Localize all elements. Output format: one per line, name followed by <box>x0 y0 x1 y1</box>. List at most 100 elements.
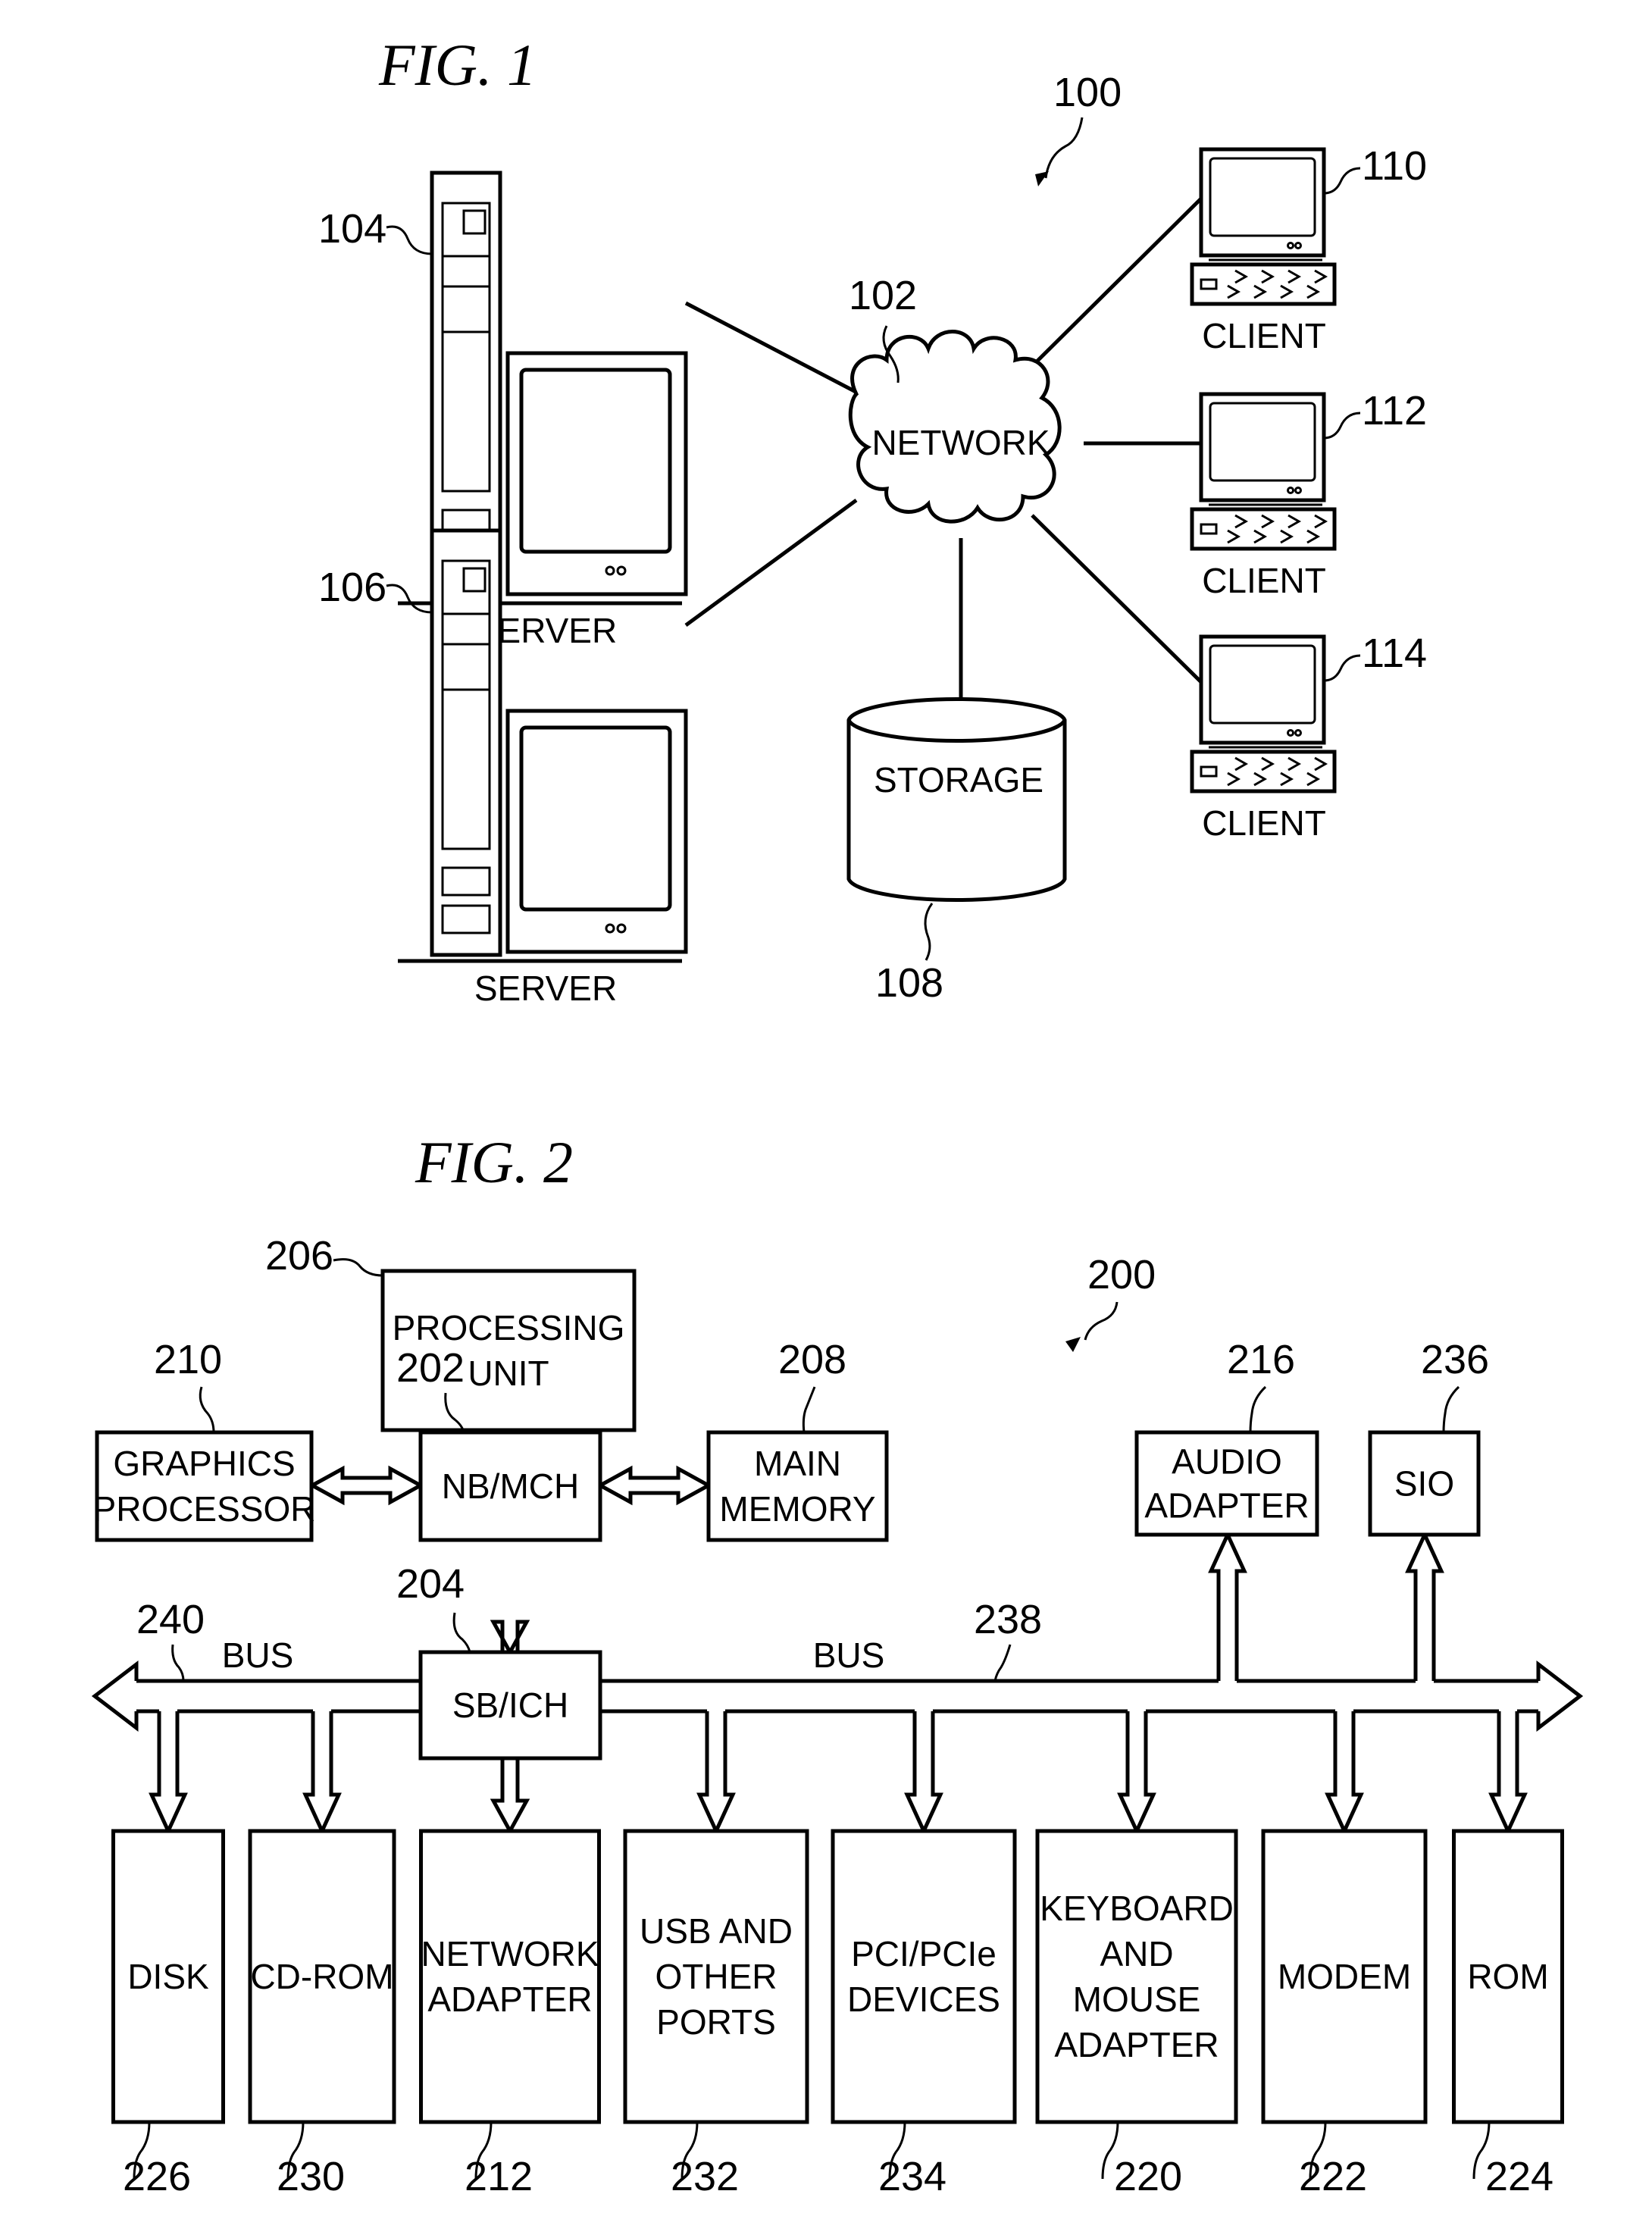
device-212-label: ADAPTER <box>427 1980 592 2019</box>
client-112: CLIENT 112 <box>1190 388 1427 600</box>
audio-adapter-label: ADAPTER <box>1144 1486 1309 1526</box>
bus-branch-arrow-220 <box>1117 1711 1156 1836</box>
system-100-leader <box>1044 117 1084 179</box>
sio-leader <box>1442 1385 1460 1433</box>
device-232-label: OTHER <box>655 1957 778 1996</box>
clients: CLIENT 110 CLIENT 112 CLIENT 114 <box>1190 143 1427 843</box>
sio-bus-arrow <box>1405 1529 1444 1681</box>
storage-label: STORAGE <box>874 760 1043 800</box>
graphics-processor-ref: 210 <box>154 1337 222 1382</box>
processing-unit-leader <box>333 1258 383 1277</box>
bus-right-arrowhead-icon <box>1536 1660 1584 1732</box>
device-226-label: DISK <box>127 1957 209 1996</box>
graphics-processor-label: PROCESSOR <box>93 1489 316 1529</box>
client-114: CLIENT 114 <box>1190 631 1427 843</box>
graphics-processor-label: GRAPHICS <box>113 1444 295 1483</box>
device-220-label: MOUSE <box>1073 1980 1201 2019</box>
bus-branch-arrow-230 <box>302 1711 342 1836</box>
client-ref: 110 <box>1362 143 1427 189</box>
sio-ref: 236 <box>1421 1337 1489 1382</box>
figure-2-block-diagram: FIG. 2 200 PROCESSING UNIT 206 NB/MCH 202 GRA… <box>91 1129 1584 2199</box>
server-leader <box>386 584 433 614</box>
client-leader <box>1323 654 1361 682</box>
client-leader <box>1323 167 1361 195</box>
device-234-box <box>831 1829 1017 2124</box>
storage-database: STORAGE 108 <box>846 697 1067 1006</box>
sio-label: SIO <box>1394 1464 1454 1504</box>
nbmch-memory-arrow <box>596 1465 713 1506</box>
graphics-processor-leader <box>199 1386 215 1433</box>
sb-ich: SB/ICH 204 <box>396 1561 602 1761</box>
device-212: NETWORK ADAPTER 212 <box>419 1829 601 2199</box>
client-label: CLIENT <box>1202 803 1326 843</box>
nb-mch-ref: 202 <box>396 1345 465 1391</box>
device-234-label: DEVICES <box>847 1980 1000 2019</box>
client-ref: 112 <box>1362 388 1427 433</box>
client-monitor-icon <box>1199 634 1326 745</box>
system-200-arrowhead-icon <box>1065 1337 1081 1352</box>
device-230-label: CD-ROM <box>250 1957 393 1996</box>
network-ref: 102 <box>849 273 917 318</box>
device-212-box <box>419 1829 601 2124</box>
figure-1-network-diagram: FIG. 1 100 NETWORK 102 STORAGE 108 SERVE… <box>318 32 1427 1008</box>
servers: SERVER104SERVER106 <box>318 171 688 1008</box>
bus-branch-arrow-222 <box>1325 1711 1364 1836</box>
main-memory-label: MAIN <box>754 1444 841 1483</box>
device-230-ref: 230 <box>277 2154 345 2199</box>
monitor-icon <box>505 351 688 596</box>
bus-240-ref: 240 <box>136 1597 205 1642</box>
storage-leader <box>924 903 934 961</box>
bus-branch-arrow-224 <box>1488 1711 1528 1836</box>
server-ref: 104 <box>318 206 386 252</box>
client-monitor-icon <box>1199 392 1326 502</box>
bus-branch-arrow-226 <box>149 1711 188 1836</box>
device-220-label: KEYBOARD <box>1040 1889 1234 1928</box>
bus-240-label: BUS <box>222 1635 294 1675</box>
system-200-ref: 200 <box>1087 1252 1156 1297</box>
link-server-104 <box>684 301 862 396</box>
processing-unit-label: UNIT <box>468 1354 549 1393</box>
audio-adapter-bus-arrow <box>1208 1529 1247 1681</box>
device-234-ref: 234 <box>878 2154 946 2199</box>
device-222: MODEM 222 <box>1261 1829 1428 2199</box>
patent-drawing-sheet: FIG. 1 100 NETWORK 102 STORAGE 108 SERVE… <box>91 32 1584 2199</box>
link-client-110 <box>1025 197 1203 373</box>
sbich-to-network-adapter-arrow <box>490 1754 530 1836</box>
audio-adapter-ref: 216 <box>1227 1337 1295 1382</box>
device-232-ref: 232 <box>671 2154 739 2199</box>
device-234-label: PCI/PCIe <box>851 1934 997 1973</box>
figure-1-title: FIG. 1 <box>378 32 537 98</box>
bus-left-arrowhead-icon <box>91 1660 139 1732</box>
monitor-icon <box>505 709 688 954</box>
device-220-box <box>1035 1829 1238 2124</box>
device-222-ref: 222 <box>1299 2154 1367 2199</box>
bus-238-leader <box>993 1644 1012 1682</box>
processing-unit-label: PROCESSING <box>393 1308 625 1347</box>
link-server-106 <box>684 498 858 628</box>
processing-unit: PROCESSING UNIT 206 <box>265 1233 637 1432</box>
device-224: ROM 224 <box>1452 1829 1564 2199</box>
main-memory: MAIN MEMORY 208 <box>706 1337 889 1542</box>
database-icon <box>846 697 1067 902</box>
bus-branch-arrow-232 <box>696 1711 736 1836</box>
sb-ich-ref: 204 <box>396 1561 465 1607</box>
device-224-ref: 224 <box>1485 2154 1553 2199</box>
audio-adapter: AUDIOADAPTER 216 <box>1134 1337 1319 1537</box>
system-100-ref: 100 <box>1053 70 1122 115</box>
bus-238-ref: 238 <box>974 1597 1042 1642</box>
link-client-114 <box>1031 514 1203 684</box>
main-memory-leader <box>802 1386 816 1433</box>
client-label: CLIENT <box>1202 316 1326 355</box>
network-cloud: NETWORK 102 <box>848 273 1062 524</box>
device-232-label: PORTS <box>656 2002 776 2042</box>
device-220: KEYBOARD AND MOUSE ADAPTER 220 <box>1035 1829 1238 2199</box>
sb-ich-leader <box>452 1612 471 1653</box>
device-220-label: AND <box>1100 1934 1173 1973</box>
sio: SIO 236 <box>1368 1337 1489 1537</box>
system-100-arrowhead-icon <box>1035 171 1049 186</box>
device-220-ref: 220 <box>1114 2154 1182 2199</box>
device-212-ref: 212 <box>465 2154 533 2199</box>
device-220-label: ADAPTER <box>1054 2025 1219 2064</box>
device-232: USB AND OTHER PORTS 232 <box>623 1829 809 2199</box>
main-memory-ref: 208 <box>778 1337 846 1382</box>
